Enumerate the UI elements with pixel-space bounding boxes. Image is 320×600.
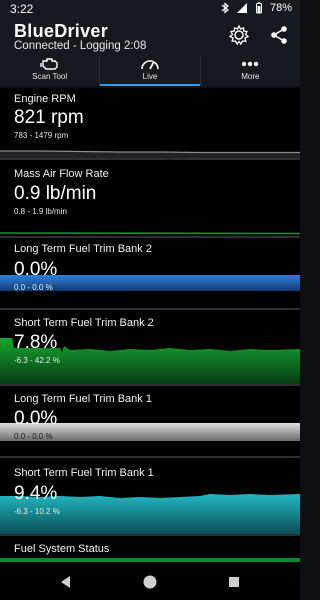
gauge-panel-fuel-system-status[interactable]: Fuel System Status (0, 536, 300, 558)
tab-scan-tool-label: Scan Tool (32, 72, 68, 81)
app-header: BlueDriver Connected - Logging 2:08 (0, 18, 300, 56)
tab-bar: Scan Tool Live More (0, 56, 300, 86)
gauge-title: Engine RPM (14, 93, 76, 105)
battery-percent: 78% (269, 2, 292, 14)
gauge-value: 0.9 lb/min (14, 183, 97, 204)
status-time: 3:22 (10, 2, 34, 16)
status-bar: 3:22 78% (0, 0, 300, 18)
share-icon[interactable] (268, 24, 290, 46)
gauge-panel-engine-rpm[interactable]: Engine RPM 821 rpm 783 - 1479 rpm (0, 88, 300, 158)
gauge-title: Fuel System Status (14, 543, 110, 555)
gauge-panel-mass-air-flow[interactable]: Mass Air Flow Rate 0.9 lb/min 0.8 - 1.9 … (0, 160, 300, 236)
gauge-title: Short Term Fuel Trim Bank 1 (14, 467, 154, 479)
recents-icon[interactable] (224, 572, 244, 592)
system-nav-bar (0, 558, 300, 600)
battery-icon (255, 2, 262, 14)
gauge-range: 0.0 - 0.0 % (14, 432, 53, 441)
tab-live[interactable]: Live (99, 56, 200, 86)
back-icon[interactable] (56, 572, 76, 592)
gauge-range: 0.8 - 1.9 lb/min (14, 207, 67, 216)
tab-more-label: More (241, 72, 260, 81)
bluetooth-icon (221, 2, 229, 14)
gauge-value: 821 rpm (14, 107, 84, 128)
status-icons: 78% (219, 2, 292, 14)
gauge-range: 0.0 - 0.0 % (14, 283, 53, 292)
gauge-value: 0.0% (14, 259, 58, 280)
speedometer-icon (141, 60, 159, 70)
gauge-title: Short Term Fuel Trim Bank 2 (14, 317, 154, 329)
engine-icon (39, 58, 58, 70)
more-dots-icon (242, 61, 259, 67)
gauge-value: 9.4% (14, 483, 58, 504)
gauge-panel-stft-bank-2[interactable]: Short Term Fuel Trim Bank 2 7.8% -6.3 - … (0, 310, 300, 384)
tab-live-label: Live (142, 72, 158, 81)
gauge-value: 0.0% (14, 408, 58, 429)
connection-status: Connected - Logging 2:08 (14, 40, 147, 52)
gauge-panel-ltft-bank-2[interactable]: Long Term Fuel Trim Bank 2 0.0% 0.0 - 0.… (0, 238, 300, 308)
gauge-range: -6.3 - 42.2 % (14, 356, 60, 365)
home-icon[interactable] (140, 572, 160, 592)
gauge-panel-stft-bank-1[interactable]: Short Term Fuel Trim Bank 1 9.4% -6.3 - … (0, 458, 300, 534)
gauge-graph (0, 150, 300, 158)
settings-gear-icon[interactable] (228, 24, 250, 46)
signal-icon (236, 3, 247, 13)
tab-more[interactable]: More (199, 56, 300, 86)
gauge-range: 783 - 1479 rpm (14, 131, 69, 140)
gauge-range: -6.3 - 10.2 % (14, 507, 60, 516)
gauge-title: Mass Air Flow Rate (14, 168, 109, 180)
brand-logo: BlueDriver (14, 21, 109, 41)
tab-scan-tool[interactable]: Scan Tool (0, 56, 99, 86)
gauge-title: Long Term Fuel Trim Bank 1 (14, 393, 152, 405)
gauge-title: Long Term Fuel Trim Bank 2 (14, 243, 152, 255)
gauge-panel-ltft-bank-1[interactable]: Long Term Fuel Trim Bank 1 0.0% 0.0 - 0.… (0, 386, 300, 456)
gauge-value: 7.8% (14, 332, 58, 353)
